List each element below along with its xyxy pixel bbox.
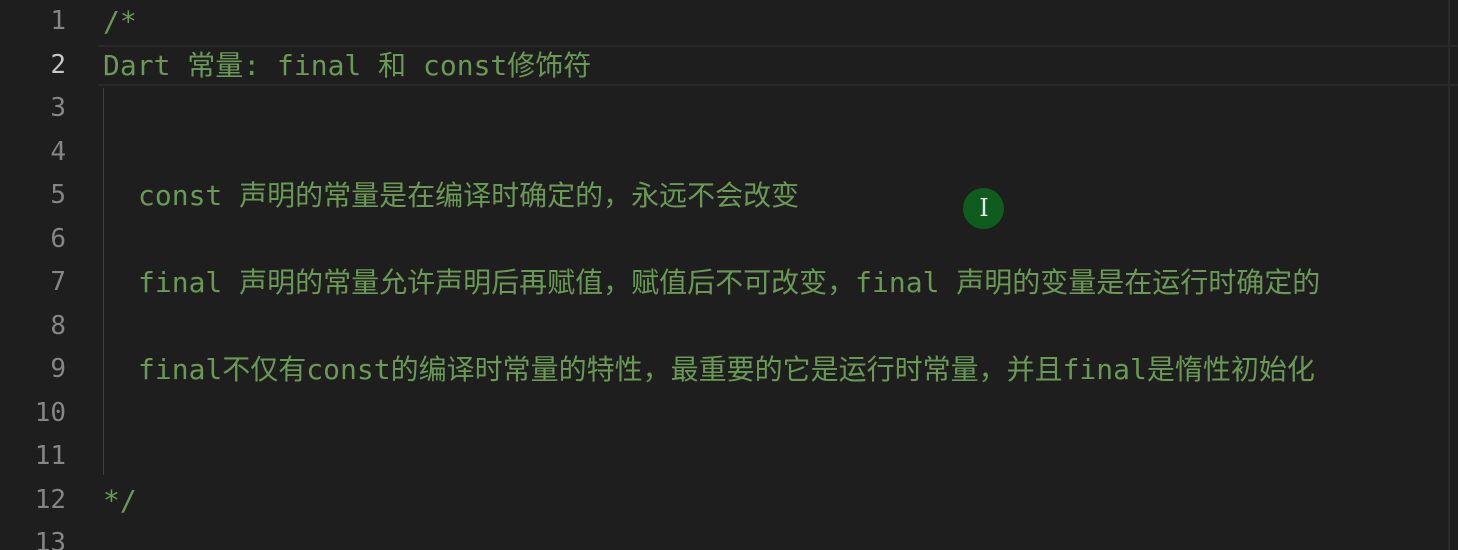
code-line[interactable]: 11	[0, 435, 1458, 479]
line-number: 11	[34, 441, 66, 471]
line-number: 10	[34, 397, 66, 428]
line-number: 13	[34, 528, 66, 550]
code-line[interactable]: 3	[0, 87, 1458, 131]
code-line[interactable]: 2 Dart 常量: final 和 const修饰符	[0, 44, 1458, 88]
line-number: 4	[50, 136, 66, 167]
line-number: 9	[50, 354, 66, 384]
code-text[interactable]: final不仅有const的编译时常量的特性，最重要的它是运行时常量，并且fin…	[138, 348, 1315, 392]
code-text[interactable]: const 声明的常量是在编译时确定的，永远不会改变	[138, 174, 799, 218]
code-line[interactable]: 5 const 声明的常量是在编译时确定的，永远不会改变	[0, 174, 1458, 218]
line-number: 3	[50, 93, 66, 123]
code-text[interactable]: final 声明的常量允许声明后再赋值，赋值后不可改变，final 声明的变量是…	[138, 261, 1320, 305]
code-line[interactable]: 8	[0, 305, 1458, 349]
code-text[interactable]: Dart 常量: final 和 const修饰符	[103, 44, 591, 88]
line-number: 7	[50, 267, 66, 297]
code-line[interactable]: 1 /*	[0, 0, 1458, 44]
code-editor[interactable]: 1 /* 2 Dart 常量: final 和 const修饰符 3 4 5 c…	[0, 0, 1458, 550]
line-number: 12	[34, 484, 66, 515]
code-line[interactable]: 10	[0, 392, 1458, 436]
text-cursor-icon: I	[979, 194, 989, 222]
code-text[interactable]: /*	[103, 0, 137, 44]
line-number: 5	[50, 180, 66, 210]
line-number: 1	[50, 6, 66, 36]
code-line[interactable]: 7 final 声明的常量允许声明后再赋值，赋值后不可改变，final 声明的变…	[0, 261, 1458, 305]
line-number: 6	[50, 223, 66, 254]
code-line[interactable]: 4	[0, 131, 1458, 175]
code-line[interactable]: 6	[0, 218, 1458, 262]
code-line[interactable]: 12 */	[0, 479, 1458, 523]
code-line[interactable]: 13	[0, 522, 1458, 550]
line-number: 2	[50, 49, 66, 80]
line-number: 8	[50, 310, 66, 341]
code-text[interactable]: */	[103, 479, 137, 523]
code-line[interactable]: 9 final不仅有const的编译时常量的特性，最重要的它是运行时常量，并且f…	[0, 348, 1458, 392]
